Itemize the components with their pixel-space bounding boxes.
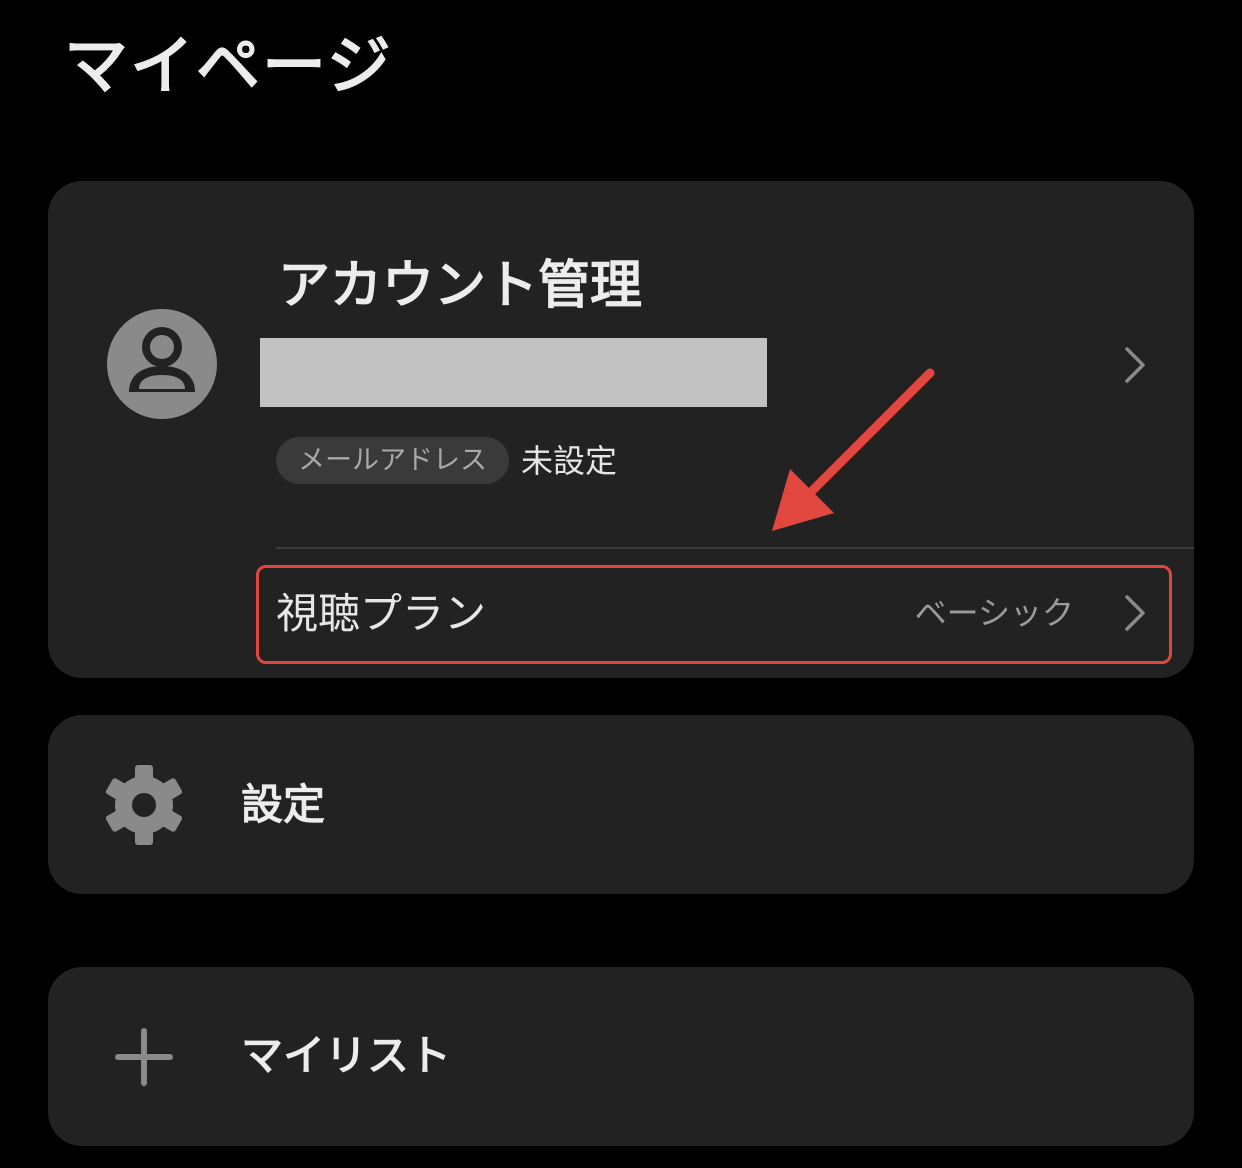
- arrow-annotation-icon: [772, 368, 935, 531]
- user-avatar-icon: [107, 309, 217, 419]
- email-status: 未設定: [521, 442, 618, 480]
- settings-card[interactable]: [48, 715, 1194, 894]
- mylist-card[interactable]: [48, 967, 1194, 1146]
- settings-label: 設定: [241, 780, 326, 829]
- redacted-account-id: [260, 338, 767, 407]
- viewing-plan-label: 視聴プラン: [276, 589, 487, 638]
- account-management-title: アカウント管理: [278, 256, 643, 316]
- mylist-label: マイリスト: [241, 1031, 452, 1080]
- plus-icon: [115, 1028, 173, 1086]
- email-badge: メールアドレス: [276, 437, 509, 484]
- gear-icon: [105, 765, 183, 845]
- chevron-right-icon[interactable]: [1123, 593, 1147, 633]
- chevron-right-icon[interactable]: [1123, 345, 1147, 385]
- viewing-plan-value: ベーシック: [914, 594, 1074, 632]
- divider: [276, 547, 1194, 549]
- page-title: マイページ: [64, 30, 393, 104]
